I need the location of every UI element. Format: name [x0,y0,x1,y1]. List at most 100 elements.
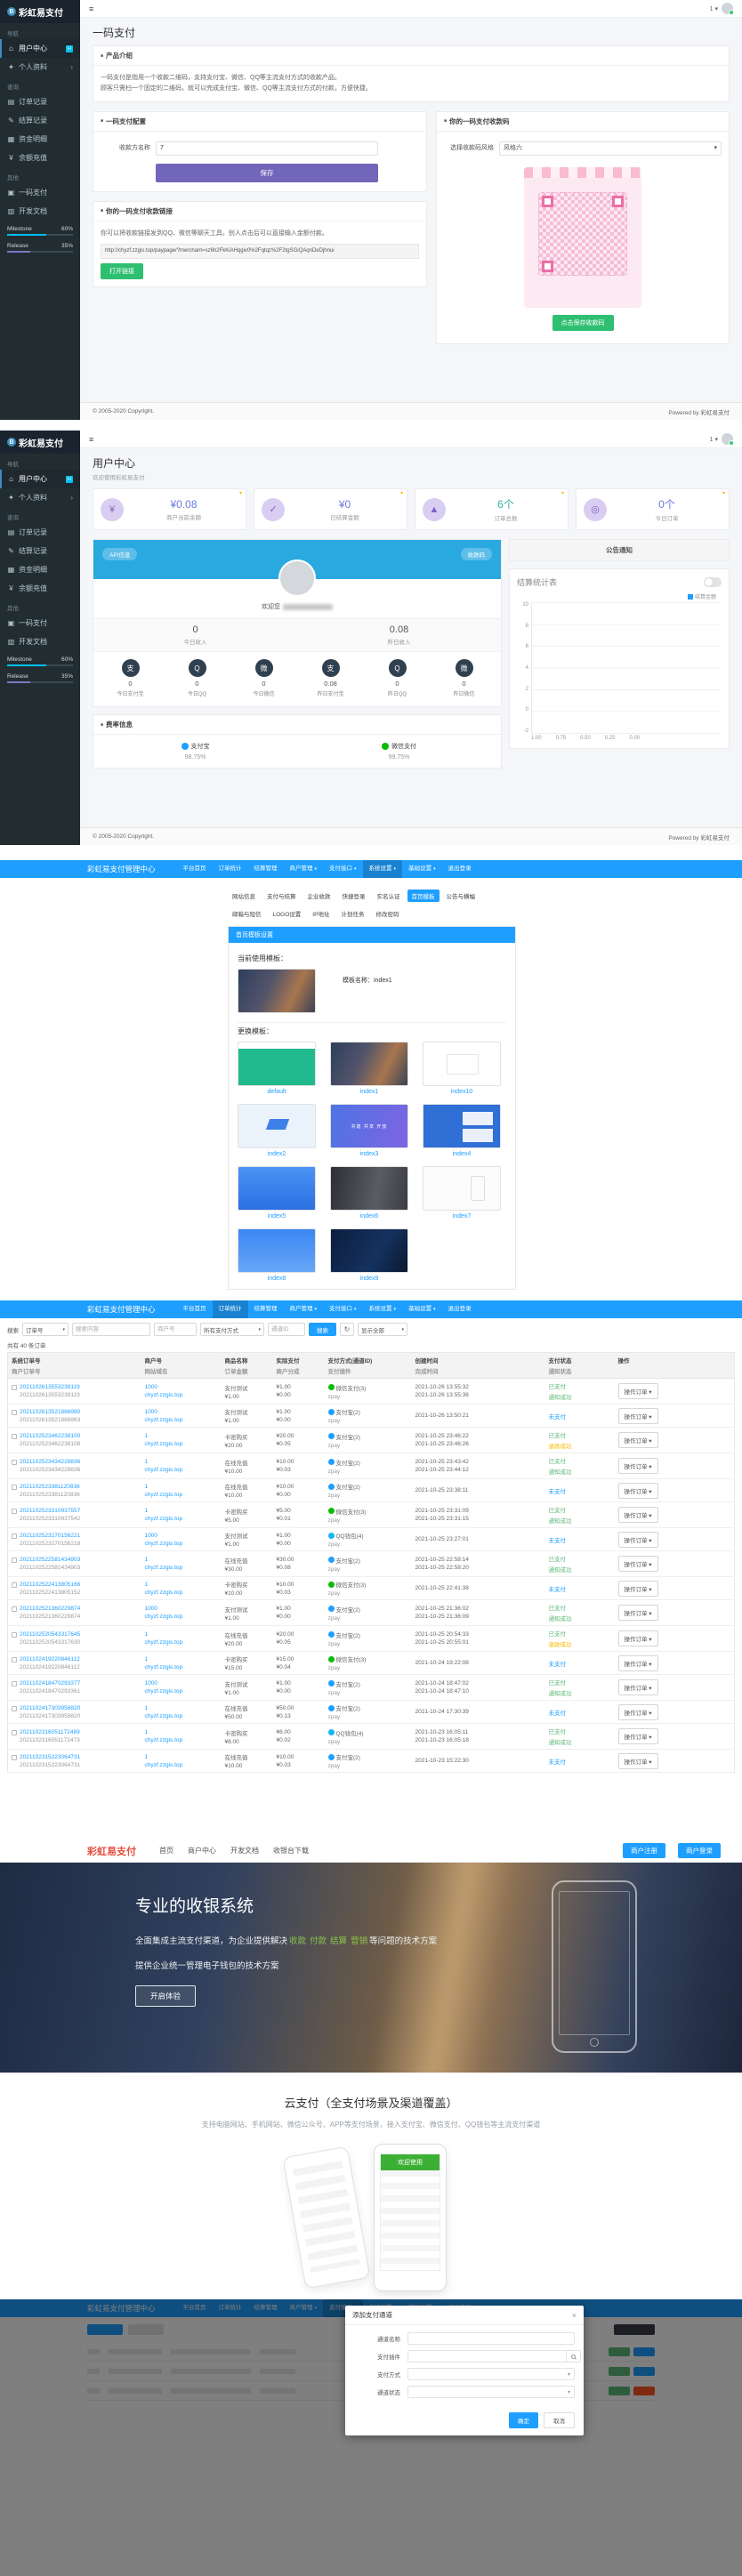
site-domain[interactable]: chyzf.zzgis.top [145,1762,218,1768]
row-checkbox[interactable] [12,1730,17,1735]
system-order-no[interactable]: 2021102417303958820 [20,1705,80,1711]
admin-brand[interactable]: 彩虹易支付管理中心 [87,1304,156,1315]
sidebar-item[interactable]: ⌂ 用户中心 H [0,39,80,58]
pay-link-url[interactable]: http://chyzf.zzgis.top/paypage/?merchant… [101,244,419,259]
caret-icon[interactable]: ▾ [722,490,725,496]
landing-menu-item[interactable]: 首页 [159,1846,173,1856]
order-actions-button[interactable]: 操作订单 ▾ [618,1458,658,1474]
start-experience-button[interactable]: 开启体验 [135,1985,196,2007]
open-link-button[interactable]: 打开链接 [101,263,143,279]
admin-nav-item[interactable]: 商户管理▾ [284,1300,324,1318]
row-checkbox[interactable] [12,1410,17,1415]
admin-nav-item[interactable]: 支付接口▾ [323,860,363,878]
admin-nav-item[interactable]: 订单统计 [213,1300,248,1318]
admin-nav-item[interactable]: 系统设置▾ [363,860,403,878]
sidebar-item[interactable]: ▤ 订单记录 [0,523,80,542]
caret-icon[interactable]: ▾ [400,490,403,496]
site-domain[interactable]: chyzf.zzgis.top [145,1516,218,1522]
merchant-id[interactable]: 1 [145,1433,218,1439]
merchant-id[interactable]: 1 [145,1459,218,1465]
template-item[interactable]: index4 [423,1104,501,1157]
show-filter-select[interactable]: 显示全部▾ [358,1323,407,1336]
sidebar-item[interactable]: ¥ 余额充值 [0,579,80,598]
order-actions-button[interactable]: 操作订单 ▾ [618,1507,658,1523]
row-checkbox[interactable] [12,1558,17,1563]
settings-tab[interactable]: LOGO设置 [269,907,306,920]
admin-brand[interactable]: 彩虹易支付管理中心 [87,864,156,874]
pay-plugin-input[interactable] [407,2350,567,2363]
save-button[interactable]: 保存 [156,164,378,182]
merchant-id[interactable]: 1000 [145,1606,218,1612]
admin-nav-item[interactable]: 基础设置▾ [402,1300,442,1318]
row-checkbox[interactable] [12,1385,17,1390]
merchant-id[interactable]: 1 [145,1508,218,1514]
row-checkbox[interactable] [12,1534,17,1539]
admin-nav-item[interactable]: 退出登录 [442,1300,478,1318]
order-actions-button[interactable]: 操作订单 ▾ [618,1605,658,1621]
admin-nav-item[interactable]: 结算管理 [248,1300,284,1318]
system-order-no[interactable]: 2021102613553239119 [20,1384,80,1390]
template-item[interactable]: index2 [238,1104,316,1157]
template-item[interactable]: default [238,1042,316,1095]
merchant-id[interactable]: 1000 [145,1409,218,1415]
settings-tab[interactable]: 实名认证 [373,890,405,902]
template-item[interactable]: index7 [423,1166,501,1220]
system-order-no[interactable]: 2021102523434228836 [20,1459,80,1465]
system-order-no[interactable]: 2021102316051172489 [20,1729,80,1735]
api-info-button[interactable]: API信息 [102,548,137,560]
system-order-no[interactable]: 2021102419220846112 [20,1656,80,1662]
system-order-no[interactable]: 2021102418470293377 [20,1680,80,1686]
landing-menu-item[interactable]: 商户中心 [188,1846,216,1856]
sidebar-item[interactable]: ✦ 个人资料 › [0,58,80,76]
merchant-id[interactable]: 1 [145,1582,218,1588]
order-actions-button[interactable]: 操作订单 ▾ [618,1532,658,1548]
admin-nav-item[interactable]: 平台首页 [177,1300,213,1318]
confirm-button[interactable]: 确定 [509,2412,538,2428]
sidebar-item[interactable]: ✎ 结算记录 [0,111,80,130]
qr-style-select[interactable]: 风格六▾ [499,141,722,156]
landing-menu-item[interactable]: 收银台下载 [273,1846,309,1856]
logo[interactable]: 彩虹易支付 [87,1844,136,1858]
settings-tab[interactable]: 首页模板 [407,890,440,902]
order-actions-button[interactable]: 操作订单 ▾ [618,1655,658,1671]
admin-nav-item[interactable]: 订单统计 [213,860,248,878]
merchant-id[interactable]: 1 [145,1729,218,1735]
chart-toggle[interactable] [704,577,722,587]
row-checkbox[interactable] [12,1632,17,1638]
row-checkbox[interactable] [12,1460,17,1465]
merchant-id[interactable]: 1 [145,1754,218,1760]
search-keyword-input[interactable] [72,1323,150,1336]
merchant-id[interactable]: 1000 [145,1680,218,1686]
site-domain[interactable]: chyzf.zzgis.top [145,1737,218,1743]
sidebar-item[interactable]: ▦ 资金明细 [0,560,80,579]
cancel-button[interactable]: 取消 [544,2412,575,2428]
row-checkbox[interactable] [12,1485,17,1490]
user-menu[interactable]: 1 ▾ [710,436,718,443]
caret-icon[interactable]: ▾ [239,490,242,496]
channel-name-input[interactable] [407,2332,575,2345]
site-domain[interactable]: chyzf.zzgis.top [145,1441,218,1447]
channel-status-select[interactable]: ▾ [407,2386,575,2398]
merchant-id-input[interactable] [154,1323,197,1336]
merchant-register-button[interactable]: 商户注册 [623,1843,665,1858]
settings-tab[interactable]: 企业收款 [303,890,335,902]
menu-icon[interactable]: ≡ [89,4,93,13]
system-order-no[interactable]: 2021102315223064731 [20,1754,80,1760]
template-item[interactable]: index10 [423,1042,501,1095]
brand[interactable]: B彩虹易支付 [0,431,80,454]
site-domain[interactable]: chyzf.zzgis.top [145,1614,218,1620]
merchant-id[interactable]: 1 [145,1484,218,1490]
site-domain[interactable]: chyzf.zzgis.top [145,1565,218,1571]
admin-nav-item[interactable]: 平台首页 [177,860,213,878]
settings-tab[interactable]: 快捷登录 [338,890,370,902]
row-checkbox[interactable] [12,1434,17,1439]
qr-code-button[interactable]: 收款码 [461,548,493,560]
menu-icon[interactable]: ≡ [89,435,93,444]
channel-id-input[interactable] [268,1323,305,1336]
row-checkbox[interactable] [12,1657,17,1662]
site-domain[interactable]: chyzf.zzgis.top [145,1713,218,1719]
settings-tab[interactable]: IP地址 [308,907,334,920]
notice-bar[interactable]: 公告通知 [509,539,730,561]
sidebar-item[interactable]: ✦ 个人资料 › [0,488,80,507]
user-menu[interactable]: 1 ▾ [710,5,718,12]
